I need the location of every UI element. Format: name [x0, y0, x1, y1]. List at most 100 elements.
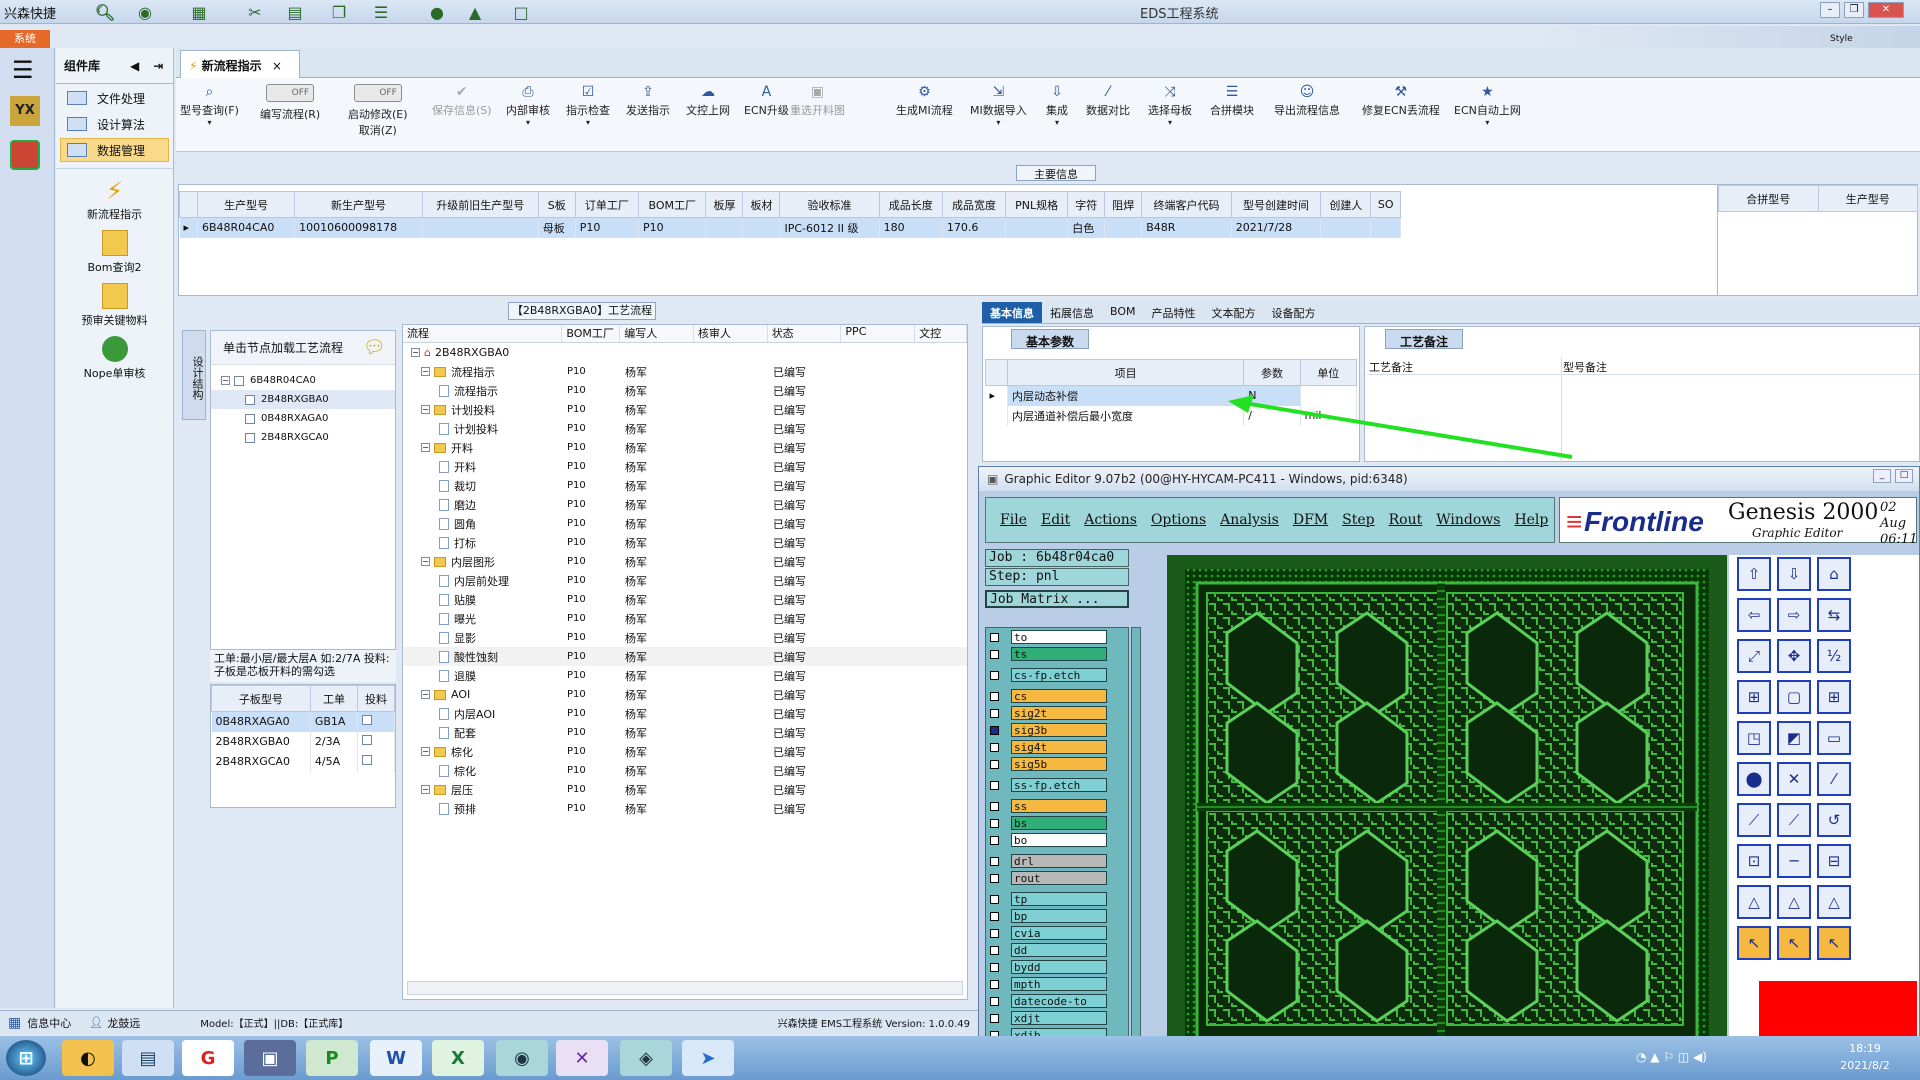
column-header[interactable]: S板 [537, 191, 576, 218]
tray-icons[interactable]: ◔ ▲ ⚐ ◫ ◀) [1636, 1050, 1707, 1064]
info-center[interactable]: 信息中心 [27, 1015, 71, 1031]
process-row[interactable]: − 棕化 P10 杨军 已编写 [403, 742, 967, 761]
layer-checkbox[interactable] [990, 894, 999, 904]
menu-item[interactable]: Edit [1041, 512, 1070, 528]
layer-row[interactable]: sig2t [986, 705, 1128, 721]
process-row[interactable]: 退膜 P10 杨军 已编写 [403, 666, 967, 685]
layer-row[interactable]: bp [986, 908, 1128, 924]
toggle-switch[interactable]: OFF [353, 84, 402, 102]
process-row[interactable]: 裁切 P10 杨军 已编写 [403, 476, 967, 495]
export-process-button[interactable]: ☺ 导出流程信息 [1274, 84, 1340, 118]
pin-icon[interactable]: ⇥ [153, 59, 163, 73]
layer-row[interactable]: datecode-to [986, 993, 1128, 1009]
minimize-button[interactable]: – [1820, 2, 1840, 18]
process-row[interactable]: 曝光 P10 杨军 已编写 [403, 609, 967, 628]
layer-row[interactable]: ss [986, 798, 1128, 814]
process-row[interactable]: − 层压 P10 杨军 已编写 [403, 780, 967, 799]
sidebar-item-algorithm[interactable]: 设计算法 [60, 112, 169, 136]
menu-item[interactable]: File [1000, 512, 1027, 528]
compare-button[interactable]: ⁄ 数据对比 [1086, 84, 1130, 118]
layer-checkbox[interactable] [990, 835, 999, 845]
layer-checkbox[interactable] [990, 759, 999, 769]
layer-row[interactable]: cvia [986, 925, 1128, 941]
layer-checkbox[interactable] [990, 818, 999, 828]
column-header[interactable]: PNL规格 [1005, 191, 1069, 218]
layer-row[interactable]: tp [986, 891, 1128, 907]
user-icon[interactable]: ● [424, 1, 450, 23]
taskbar-app-fish[interactable]: ◈ [620, 1040, 672, 1076]
process-row[interactable]: 酸性蚀刻 P10 杨军 已编写 [403, 647, 967, 666]
process-row[interactable]: 内层前处理 P10 杨军 已编写 [403, 571, 967, 590]
work-order-cell[interactable]: 2/3A [310, 731, 359, 752]
right-tab[interactable]: 拓展信息 [1042, 302, 1102, 323]
column-header[interactable]: 验收标准 [779, 191, 880, 218]
window-icon[interactable]: □ [508, 1, 534, 23]
feed-checkbox-cell[interactable] [357, 751, 395, 772]
column-header[interactable]: SO [1370, 191, 1401, 218]
merge-module-button[interactable]: ☰ 合拼模块 [1210, 84, 1254, 118]
integrate-button[interactable]: ⇩ 集成 ▾ [1046, 84, 1068, 127]
right-tab[interactable]: 文本配方 [1204, 302, 1264, 323]
sidebar-item-data[interactable]: 数据管理 [60, 138, 169, 162]
taskbar-app-word[interactable]: W [370, 1040, 422, 1076]
taskbar-app-shell[interactable]: ◐ [62, 1040, 114, 1076]
layer-row[interactable]: ts [986, 646, 1128, 662]
layer-row[interactable]: sig4t [986, 739, 1128, 755]
process-row[interactable]: 打标 P10 杨军 已编写 [403, 533, 967, 552]
copy-icon[interactable]: ◩ [1777, 721, 1811, 755]
ecn-auto-online-button[interactable]: ★ ECN自动上网 ▾ [1454, 84, 1521, 127]
collapse-icon[interactable]: − [421, 747, 430, 756]
film-icon[interactable]: ▤ [282, 1, 308, 23]
horizontal-scrollbar[interactable] [407, 981, 963, 995]
layer-checkbox[interactable] [990, 996, 999, 1006]
process-row[interactable]: 显影 P10 杨军 已编写 [403, 628, 967, 647]
triangle-c-icon[interactable]: △ [1817, 885, 1851, 919]
tab-new-process[interactable]: ⚡ 新流程指示 × [180, 50, 300, 78]
zoom-down-icon[interactable]: ⇩ [1777, 557, 1811, 591]
start-modify-toggle[interactable]: OFF 启动修改(E) 取消(Z) [348, 84, 408, 138]
ruler-icon[interactable]: ▭ [1817, 721, 1851, 755]
close-button[interactable]: ✕ [1868, 2, 1904, 18]
tool-nope-review[interactable]: Nope单审核 [56, 336, 173, 381]
layer-row[interactable]: dd [986, 942, 1128, 958]
grid-icon[interactable]: ⊞ [1737, 680, 1771, 714]
cut-icon[interactable]: ⊟ [1817, 844, 1851, 878]
tool-new-process[interactable]: ⚡ 新流程指示 [56, 177, 173, 222]
chevron-left-icon[interactable]: ◀ [130, 59, 139, 73]
fix-ecn-button[interactable]: ⚒ 修复ECN丢流程 [1362, 84, 1440, 118]
column-header[interactable]: 创建人 [1320, 191, 1372, 218]
pointer-c-icon[interactable]: ↖ [1817, 926, 1851, 960]
layer-row[interactable]: ss-fp.etch [986, 777, 1128, 793]
cancel-label[interactable]: 取消(Z) [359, 122, 397, 138]
column-header[interactable]: 文控 [915, 325, 967, 342]
move-icon[interactable]: ✥ [1777, 639, 1811, 673]
process-row[interactable]: − 开料 P10 杨军 已编写 [403, 438, 967, 457]
triangle-b-icon[interactable]: △ [1777, 885, 1811, 919]
table-row[interactable]: ▸ 6B48R04CA0 10010600098178 母板 P10 P10 IPC-601… [179, 217, 1401, 238]
layer-checkbox[interactable] [990, 708, 999, 718]
feed-checkbox-cell[interactable] [357, 731, 395, 752]
work-order-cell[interactable]: 4/5A [310, 751, 359, 772]
globe-icon[interactable]: ◉ [132, 1, 158, 23]
doc-online-button[interactable]: ☁ 文控上网 [686, 84, 730, 118]
layer-row[interactable]: to [986, 629, 1128, 645]
collapse-icon[interactable]: − [421, 785, 430, 794]
collapse-icon[interactable]: − [411, 348, 420, 357]
draw-red-icon[interactable]: ⟋ [1737, 803, 1771, 837]
check-instruction-button[interactable]: ☑ 指示检查 ▾ [566, 84, 610, 127]
process-row[interactable]: 磨边 P10 杨军 已编写 [403, 495, 967, 514]
layer-checkbox[interactable] [990, 691, 999, 701]
triangle-a-icon[interactable]: △ [1737, 885, 1771, 919]
process-row[interactable]: 预排 P10 杨军 已编写 [403, 799, 967, 818]
taskbar-app-send[interactable]: ➤ [682, 1040, 734, 1076]
column-header[interactable]: 板材 [742, 191, 781, 218]
layer-row[interactable]: cs-fp.etch [986, 667, 1128, 683]
home-icon[interactable]: ⌂ [1817, 557, 1851, 591]
column-header[interactable]: 新生产型号 [294, 191, 423, 218]
process-row[interactable]: − 计划投料 P10 杨军 已编写 [403, 400, 967, 419]
node-icon[interactable]: ⬤ [1737, 762, 1771, 796]
column-header[interactable]: 板厚 [705, 191, 744, 218]
memo-tab[interactable]: 工艺备注 [1385, 329, 1464, 349]
collapse-icon[interactable]: − [421, 690, 430, 699]
process-row[interactable]: − 内层图形 P10 杨军 已编写 [403, 552, 967, 571]
